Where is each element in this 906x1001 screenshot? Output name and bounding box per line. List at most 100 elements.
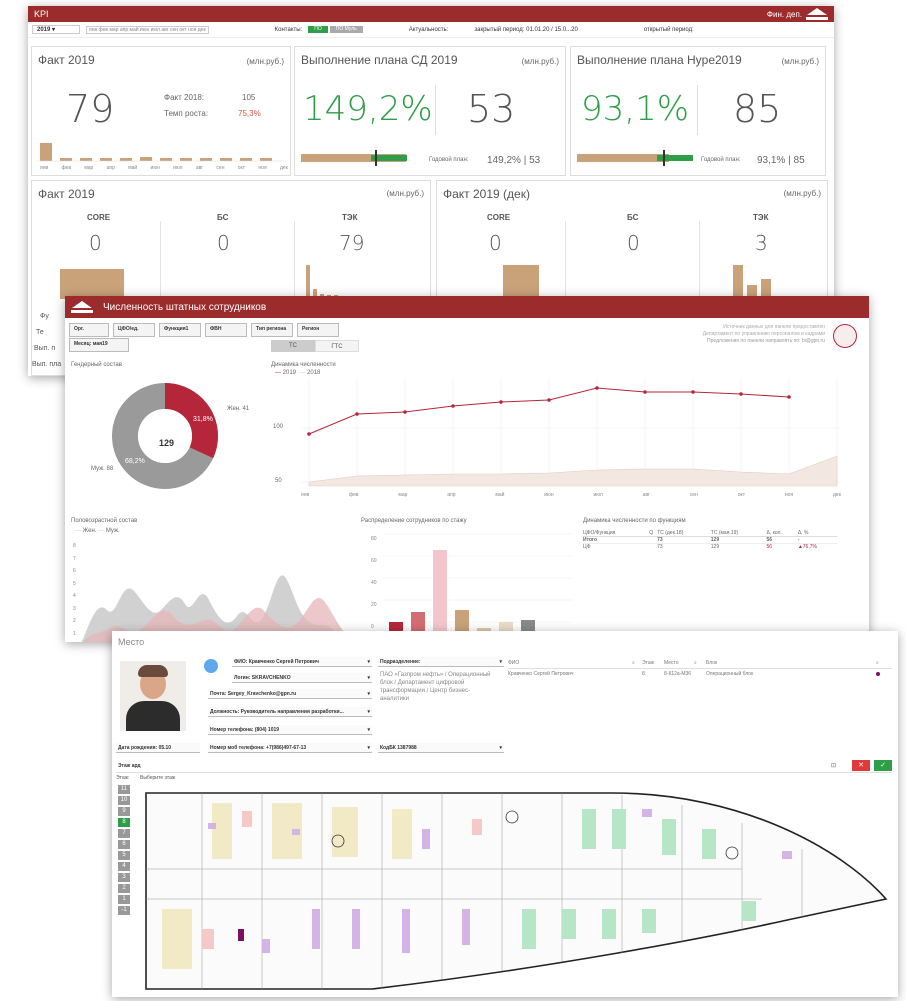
tenure-bar-3: [433, 550, 447, 642]
status-avatar: [204, 659, 218, 673]
company-logo: [806, 8, 828, 20]
seg-core-bar: [60, 269, 124, 299]
plan-sd-yearly-value: 149,2% | 53: [487, 155, 541, 166]
plan-hype-bullet: [577, 150, 693, 166]
fact-prev-label: Факт 2018:: [164, 93, 205, 102]
department-path: ПАО «Газпром нефть» / Операционный блок …: [380, 672, 491, 702]
kpi-header-right[interactable]: Фин. деп.: [767, 10, 802, 19]
filter-region[interactable]: Регион: [297, 323, 339, 337]
menu-icon[interactable]: ⊡: [831, 762, 836, 769]
table-row: Итого 73 129 56-: [583, 537, 837, 544]
func-title: Динамика численности по функциям: [583, 518, 686, 524]
bar-mar: [80, 158, 92, 161]
floor-label: Этаж:: [116, 775, 130, 781]
plan-sd-title: Выполнение плана СД 2019: [301, 53, 458, 67]
chevron-down-icon: ▾: [367, 745, 370, 751]
bar-oct: [220, 158, 232, 161]
filter-region-type[interactable]: Тип региона: [251, 323, 293, 337]
bar-jan: [40, 143, 52, 161]
floor-button[interactable]: 11: [118, 785, 130, 794]
position-field[interactable]: Должность: Руководитель направления разр…: [208, 707, 372, 717]
chevron-down-icon: ▾: [367, 675, 370, 681]
gender-male-pct: 68,2%: [125, 458, 145, 465]
floor-list: 11 10 9 8 7 6 5 4 3 2 1 -1: [118, 785, 130, 917]
age-ticks: 876543210: [73, 543, 76, 637]
floor-button-active[interactable]: 8: [118, 818, 130, 827]
gender-female-label: Жен. 41: [227, 406, 250, 412]
filter-cfo[interactable]: ЦФО/ед.: [113, 323, 155, 337]
seg-bs-label: БС: [217, 213, 229, 222]
floor-button[interactable]: 1: [118, 895, 130, 904]
plan-sd-card: Выполнение плана СД 2019 (млн.руб.) 149,…: [294, 46, 566, 176]
floor-button[interactable]: 3: [118, 873, 130, 882]
plan-sd-yearly-label: Годовой план:: [429, 157, 469, 163]
login-field[interactable]: Логин: SKRAVCHENKO ▾: [232, 673, 372, 683]
floor-button[interactable]: 5: [118, 851, 130, 860]
fact-seg-unit: (млн.руб.): [386, 189, 424, 198]
floor-button[interactable]: 7: [118, 829, 130, 838]
floor-button[interactable]: 9: [118, 807, 130, 816]
filter-function[interactable]: Функция1: [159, 323, 201, 337]
mobile-field[interactable]: Номер моб телефона: +7(986)497-67-13 ▾: [208, 743, 372, 753]
toggle-gts[interactable]: ГТС: [315, 340, 359, 352]
age-legend: — Жен. — Муж.: [75, 528, 120, 534]
confirm-button[interactable]: ✓: [874, 760, 892, 771]
staff-titlebar: Численность штатных сотрудников: [65, 296, 869, 318]
staff-filters: Орг. ЦФО/ед. Функция1 ФВН Тип региона Ре…: [69, 320, 469, 340]
filter-fvn[interactable]: ФВН: [205, 323, 247, 337]
year-select[interactable]: 2019 ▾: [32, 25, 80, 34]
place-title: Место: [118, 637, 145, 647]
fact-seg-title: Факт 2019: [38, 187, 95, 201]
left-cut-labels: Фу Те Вып. п Вып. пла: [32, 313, 62, 368]
age-area-chart: [81, 575, 349, 642]
bar-jul: [160, 158, 172, 161]
seg-tek-value: 79: [339, 231, 365, 255]
search-icon[interactable]: ⌕: [632, 660, 642, 666]
plan-sd-percent: 149,2%: [303, 89, 433, 129]
gender-male-label: Муж. 88: [91, 466, 114, 472]
chevron-down-icon: ▾: [499, 745, 502, 751]
floor-button[interactable]: -1: [118, 906, 130, 915]
floor-plan[interactable]: [142, 789, 892, 993]
toggle-ts[interactable]: ТС: [271, 340, 315, 352]
toggle-po[interactable]: ПО: [308, 26, 328, 33]
month-selector[interactable]: янв фев мар апр май июн июл авг сен окт …: [86, 25, 209, 34]
fact-dec-unit: (млн.руб.): [783, 189, 821, 198]
filter-month[interactable]: Месяц: мая19: [69, 338, 129, 352]
seg-tek-bars: [306, 265, 387, 299]
bar-feb: [60, 158, 72, 161]
birthday-field[interactable]: Дата рождения: 05.10: [116, 743, 200, 753]
company-logo: [71, 301, 93, 313]
dec-core-label: CORE: [487, 213, 511, 222]
employee-photo: [120, 661, 186, 731]
search-icon[interactable]: ⌕: [876, 660, 879, 666]
phone-field[interactable]: Номер телефона: (804) 1019 ▾: [208, 725, 372, 735]
plan-sd-unit: (млн.руб.): [521, 57, 559, 66]
floor-button[interactable]: 2: [118, 884, 130, 893]
table-row[interactable]: ЦФ 73 129 56 ▲76,7%: [583, 544, 837, 550]
cancel-button[interactable]: ✕: [852, 760, 870, 771]
dec-bs-label: БС: [627, 213, 639, 222]
plan-hype-card: Выполнение плана Hype2019 (млн.руб.) 93,…: [570, 46, 826, 176]
dynamics-chart: [301, 378, 841, 487]
tenure-ticks: 80 60 40 20 0: [371, 536, 377, 630]
fact-card: Факт 2019 (млн.руб.) 79 Факт 2018: 105 Т…: [31, 46, 291, 176]
dynamics-month-labels: янв фев мар апр май июн июл авг сен окт ноя дек: [301, 492, 841, 498]
search-icon[interactable]: ⌕: [694, 660, 706, 666]
fact-title: Факт 2019: [38, 53, 95, 67]
floor-search-input[interactable]: Этаж ард: [118, 763, 141, 769]
code-field[interactable]: КодБК 1387988 ▾: [378, 743, 504, 753]
fio-field[interactable]: ФИО: Кравченко Сергей Петрович ▾: [232, 657, 372, 667]
bar-aug: [180, 158, 192, 161]
floor-button[interactable]: 4: [118, 862, 130, 871]
kpi-filterbar: 2019 ▾ янв фев мар апр май июн июл авг с…: [28, 22, 834, 38]
fact-value: 79: [66, 87, 115, 131]
department-field[interactable]: Подразделение: ▾: [378, 657, 504, 667]
filter-org[interactable]: Орг.: [69, 323, 109, 337]
email-field[interactable]: Почта: Sergey_Kravchenko@gpn.ru ▾: [208, 689, 372, 699]
chevron-down-icon: ▾: [499, 659, 502, 665]
table-row[interactable]: Кравченко Сергей Петрович 8 8-К12а-М36 О…: [508, 669, 892, 679]
toggle-po-mult[interactable]: ПО Муль: [329, 26, 363, 33]
floor-button[interactable]: 10: [118, 796, 130, 805]
floor-button[interactable]: 6: [118, 840, 130, 849]
